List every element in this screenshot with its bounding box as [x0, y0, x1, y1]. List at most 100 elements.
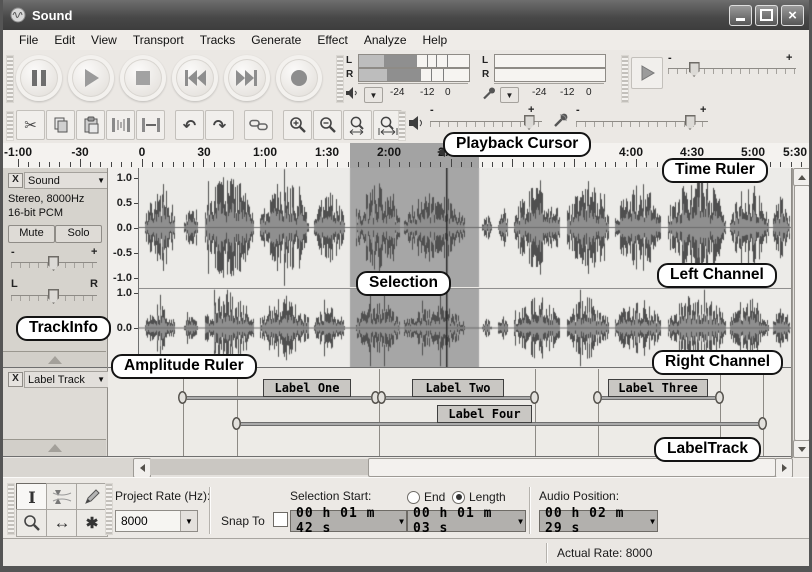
gain-slider-thumb[interactable]: [48, 256, 59, 271]
transport-stop-button[interactable]: [120, 55, 166, 101]
close-button[interactable]: ×: [781, 5, 804, 26]
mute-button[interactable]: Mute: [8, 225, 55, 243]
selection-start-label: Selection Start:: [290, 489, 371, 503]
meter-r-bar: [358, 68, 470, 82]
meter-peak-hold: [443, 69, 444, 81]
selection-length-field[interactable]: 00 h 01 m 03 s ▼: [407, 510, 526, 532]
menu-item-generate[interactable]: Generate: [243, 30, 309, 50]
labeltrack-collapse-button[interactable]: [3, 439, 106, 456]
collapse-triangle-icon: [48, 444, 62, 452]
title-bar[interactable]: Sound ×: [0, 0, 812, 30]
solo-button[interactable]: Solo: [55, 225, 102, 243]
pan-slider-thumb[interactable]: [48, 289, 59, 304]
labeltrack-close-button[interactable]: X: [8, 372, 23, 387]
menu-item-tracks[interactable]: Tracks: [192, 30, 244, 50]
snap-to-checkbox[interactable]: [273, 512, 288, 527]
play-speed-slider[interactable]: [668, 68, 796, 74]
menu-item-view[interactable]: View: [83, 30, 125, 50]
labeltrack-name-menu[interactable]: Label Track ▼: [24, 371, 109, 388]
edit-trim-button[interactable]: [106, 110, 135, 140]
track-close-button[interactable]: X: [8, 173, 23, 188]
transport-toolbar-grip[interactable]: [6, 55, 14, 103]
edit-sync-lock-button[interactable]: [244, 110, 273, 140]
toolbar-divider: [529, 487, 531, 534]
menu-item-file[interactable]: File: [11, 30, 46, 50]
selection-toolbar-grip[interactable]: [105, 483, 113, 535]
edit-cut-button[interactable]: ✂: [16, 110, 45, 140]
window-frame: [0, 566, 812, 572]
project-rate-select[interactable]: 8000 ▼: [115, 510, 198, 532]
input-meter[interactable]: LR▼-24-120: [480, 54, 614, 104]
edit-silence-button[interactable]: [136, 110, 165, 140]
play-at-speed-icon: [638, 64, 656, 82]
meter-dropdown-button[interactable]: ▼: [364, 87, 383, 103]
close-icon: ×: [788, 8, 797, 23]
menu-item-transport[interactable]: Transport: [125, 30, 192, 50]
right-channel-waveform[interactable]: [139, 289, 791, 367]
menu-item-edit[interactable]: Edit: [46, 30, 83, 50]
meter-peak-hold: [431, 69, 432, 81]
arrow-right-icon: [782, 464, 787, 472]
tool-multi-button[interactable]: ✱: [76, 509, 108, 537]
speed-minus-label: -: [668, 52, 672, 64]
edit-toolbar-grip[interactable]: [6, 111, 14, 141]
tool-zoom-button[interactable]: [16, 509, 48, 537]
meter-l-label: L: [346, 55, 352, 66]
meter-l-bar: [358, 54, 470, 68]
transcription-toolbar-grip[interactable]: [621, 55, 629, 103]
edit-undo-button[interactable]: ↶: [175, 110, 204, 140]
arrow-up-icon: [798, 175, 806, 180]
edit-zoom-out-button[interactable]: [313, 110, 342, 140]
time-ruler[interactable]: [3, 143, 809, 169]
audio-position-field[interactable]: 00 h 02 m 29 s ▼: [539, 510, 658, 532]
meter-toolbar-grip[interactable]: [336, 55, 344, 103]
horizontal-scroll-thumb[interactable]: [368, 458, 776, 477]
transport-skip-start-button[interactable]: [172, 55, 218, 101]
tool-draw-button[interactable]: [76, 483, 108, 511]
meter-scale-label: -12: [560, 87, 574, 98]
menu-item-effect[interactable]: Effect: [309, 30, 355, 50]
transport-play-button[interactable]: [68, 55, 114, 101]
meter-scale-line: [494, 83, 604, 84]
meter-peak-fill: [384, 55, 417, 67]
mixer-toolbar-grip[interactable]: [398, 111, 406, 141]
transport-pause-button[interactable]: [16, 55, 62, 101]
vertical-scroll-thumb[interactable]: [794, 185, 810, 441]
selection-end-radio[interactable]: End: [407, 490, 445, 504]
pan-right-label: R: [90, 278, 98, 290]
selection-length-radio[interactable]: Length: [452, 490, 506, 504]
labeltrack-area[interactable]: [108, 368, 791, 456]
tool-time-shift-button[interactable]: ↔: [46, 509, 78, 537]
statusbar-divider: [546, 543, 548, 563]
vertical-scrollbar[interactable]: [792, 168, 810, 458]
output-meter[interactable]: LR▼-24-120: [344, 54, 480, 104]
hscroll-track[interactable]: [150, 459, 368, 475]
maximize-button[interactable]: [755, 5, 778, 26]
transport-record-button[interactable]: [276, 55, 322, 101]
track-collapse-button[interactable]: [3, 351, 106, 368]
tools-toolbar-grip[interactable]: [7, 483, 15, 535]
menu-item-help[interactable]: Help: [415, 30, 456, 50]
minimize-button[interactable]: [729, 5, 752, 26]
scroll-right-button[interactable]: [775, 458, 793, 478]
selection-start-field[interactable]: 00 h 01 m 42 s ▼: [290, 510, 407, 532]
edit-redo-button[interactable]: ↷: [205, 110, 234, 140]
meter-scale-label: 0: [445, 87, 451, 98]
scroll-left-button[interactable]: [133, 458, 151, 478]
edit-copy-button[interactable]: [46, 110, 75, 140]
tool-selection-button[interactable]: I: [16, 483, 48, 511]
app-icon: [10, 7, 26, 23]
edit-zoom-in-button[interactable]: [283, 110, 312, 140]
transport-skip-end-button[interactable]: [224, 55, 270, 101]
left-channel-waveform[interactable]: [139, 168, 791, 287]
play-at-speed-button[interactable]: [631, 57, 663, 89]
track-menu-arrow-icon: ▼: [97, 176, 105, 185]
menu-item-analyze[interactable]: Analyze: [356, 30, 415, 50]
tool-envelope-button[interactable]: [46, 483, 78, 511]
horizontal-scrollbar[interactable]: [133, 458, 791, 477]
field-arrow-icon: ▼: [518, 517, 523, 526]
track-name-menu[interactable]: Sound ▼: [24, 172, 109, 189]
meter-dropdown-button[interactable]: ▼: [500, 87, 519, 103]
edit-fit-selection-button[interactable]: [343, 110, 372, 140]
edit-paste-button[interactable]: [76, 110, 105, 140]
